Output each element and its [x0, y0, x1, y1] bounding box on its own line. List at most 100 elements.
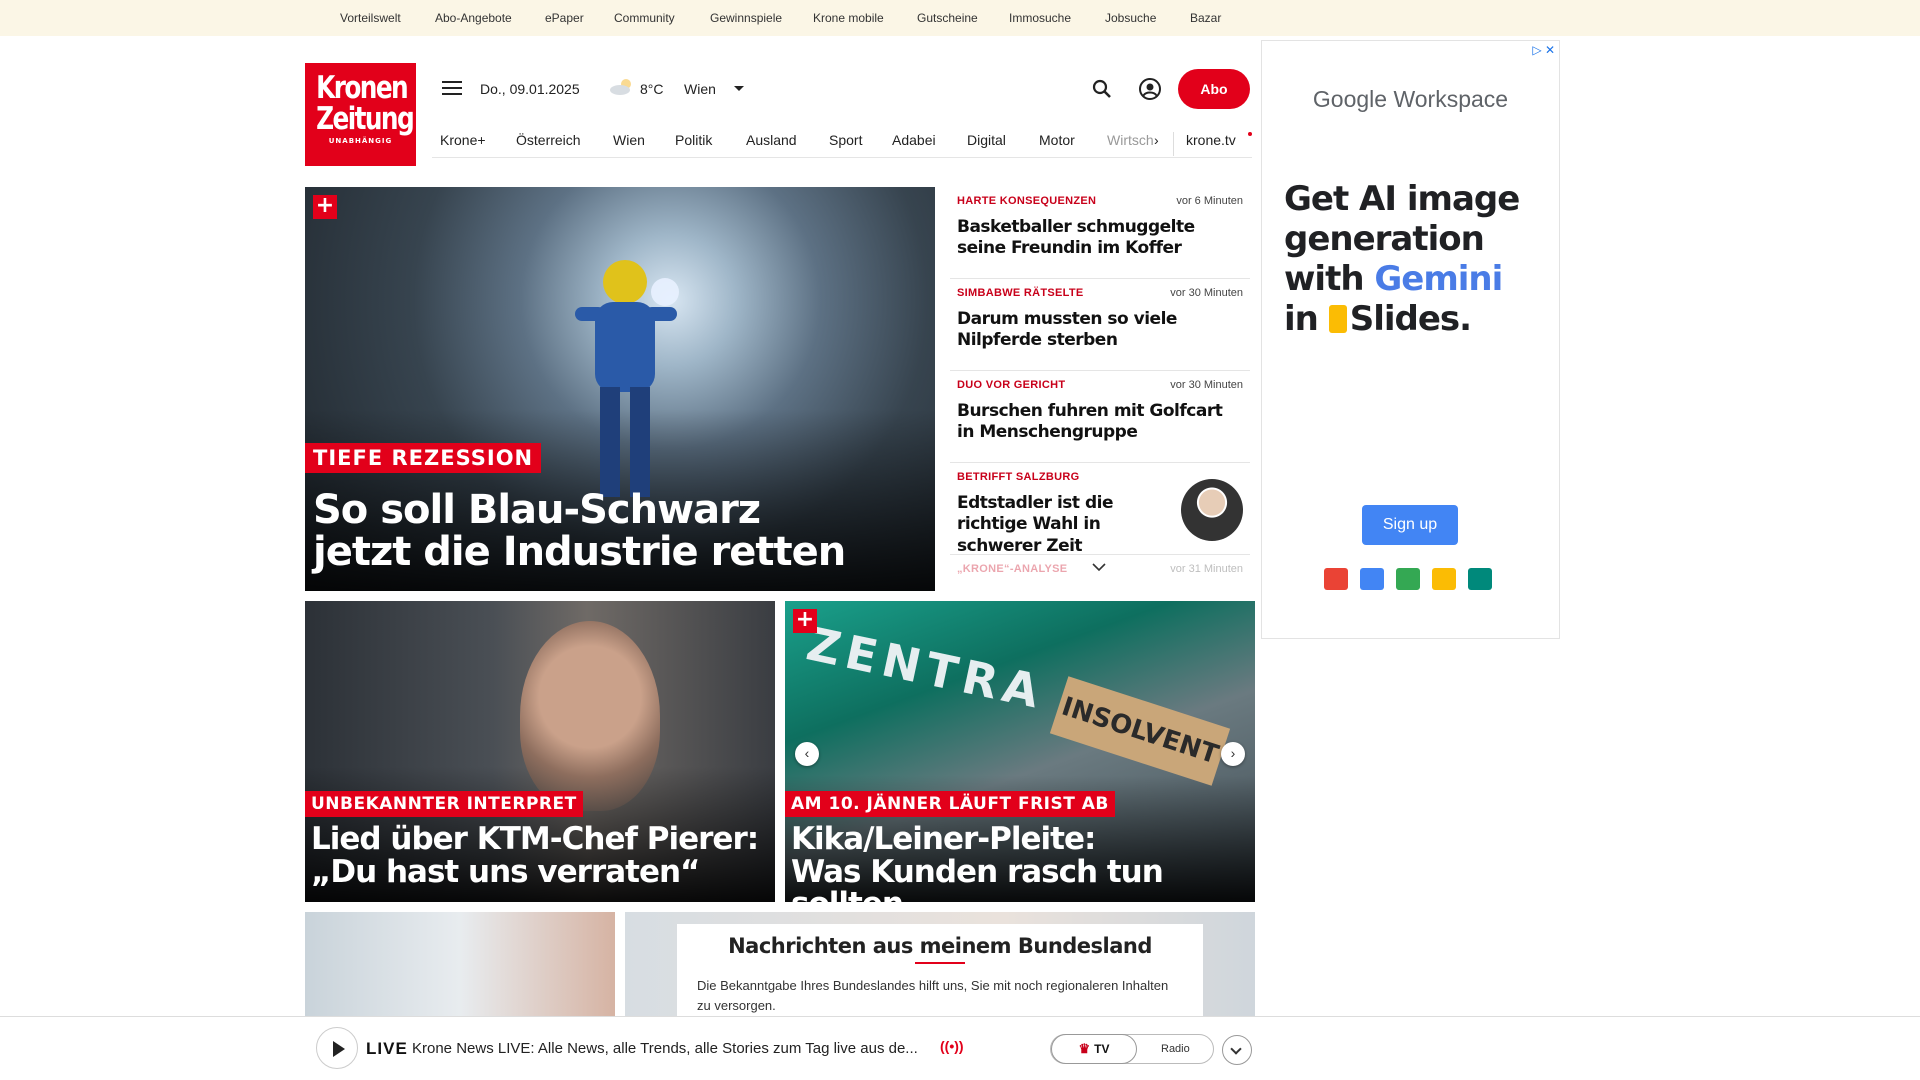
- hamburger-icon[interactable]: [442, 81, 462, 97]
- card-headline[interactable]: Lied über KTM-Chef Pierer: „Du hast uns …: [311, 821, 759, 888]
- article-image-sign: ZENTRA: [802, 616, 1050, 720]
- article-image-stamp: INSOLVENT: [1049, 676, 1231, 786]
- topbar-link-gewinnspiele[interactable]: Gewinnspiele: [710, 11, 782, 25]
- nav-item-krone-tv[interactable]: krone.tv: [1186, 132, 1236, 148]
- nav-item-motor[interactable]: Motor: [1039, 132, 1075, 148]
- hero-headline-line-2: jetzt die Industrie retten: [313, 529, 846, 575]
- city-select-value[interactable]: Wien: [684, 81, 716, 97]
- news-time: vor 30 Minuten: [1170, 379, 1243, 391]
- user-icon[interactable]: [1138, 77, 1162, 101]
- ad-brand-workspace: Workspace: [1393, 86, 1509, 112]
- title-underline: [915, 962, 965, 964]
- topbar-link-jobsuche[interactable]: Jobsuche: [1105, 11, 1156, 25]
- topbar-link-bazar[interactable]: Bazar: [1190, 11, 1221, 25]
- live-ticker-text[interactable]: Krone News LIVE: Alle News, alle Trends,…: [412, 1040, 918, 1057]
- nav-item-krone-plus[interactable]: Krone+: [440, 132, 486, 148]
- docs-icon: [1432, 568, 1456, 590]
- news-title[interactable]: Burschen fuhren mit Golfcart in Menschen…: [957, 401, 1242, 444]
- top-utility-bar: Vorteilswelt Abo-Angebote ePaper Communi…: [0, 0, 1920, 36]
- list-item[interactable]: HARTE KONSEQUENZEN vor 6 Minuten Basketb…: [950, 187, 1250, 279]
- hero-headline-line-1: So soll Blau-Schwarz: [313, 487, 761, 533]
- nav-item-wien[interactable]: Wien: [613, 132, 645, 148]
- hero-kicker: TIEFE REZESSION: [305, 443, 542, 473]
- hero-article[interactable]: + TIEFE REZESSION So soll Blau-Schwarz j…: [305, 187, 935, 591]
- nav-item-adabei[interactable]: Adabei: [892, 132, 936, 148]
- news-title[interactable]: Basketballer schmuggelte seine Freundin …: [957, 217, 1242, 260]
- topbar-link-krone-mobile[interactable]: Krone mobile: [813, 11, 884, 25]
- gmail-icon: [1324, 568, 1348, 590]
- abo-button[interactable]: Abo: [1178, 69, 1250, 109]
- search-icon[interactable]: [1090, 77, 1114, 101]
- news-time: vor 6 Minuten: [1176, 195, 1243, 207]
- article-card-pierer[interactable]: UNBEKANNTER INTERPRET Lied über KTM-Chef…: [305, 601, 775, 902]
- ad-headline-line-4: in Slides.: [1284, 299, 1554, 339]
- play-button[interactable]: [316, 1027, 358, 1069]
- carousel-next-button[interactable]: ›: [1221, 742, 1245, 766]
- nav-item-wirtschaft[interactable]: Wirtsch: [1107, 132, 1154, 148]
- krone-plus-badge: +: [313, 195, 337, 219]
- workspace-app-icons: [1324, 568, 1492, 590]
- card-kicker: AM 10. JÄNNER LÄUFT FRIST AB: [785, 791, 1115, 817]
- ad-headline-line-3: with Gemini: [1284, 259, 1554, 299]
- ad-headline: Get AI image generation with Gemini in S…: [1284, 179, 1554, 339]
- card-headline[interactable]: Kika/Leiner-Pleite: Was Kunden rasch tun…: [791, 823, 1255, 902]
- kronen-zeitung-logo[interactable]: Kronen Zeitung UNABHÄNGIG: [305, 63, 416, 166]
- list-item[interactable]: BETRIFFT SALZBURG Edtstadler ist die ric…: [950, 463, 1250, 557]
- news-time: vor 30 Minuten: [1170, 287, 1243, 299]
- ad-choices-icon[interactable]: ▷ ✕: [1532, 43, 1555, 57]
- author-avatar: [1181, 479, 1243, 541]
- ad-headline-line-2: generation: [1284, 219, 1485, 260]
- nav-item-sport[interactable]: Sport: [829, 132, 862, 148]
- news-time: vor 31 Minuten: [1170, 563, 1243, 575]
- topbar-link-gutscheine[interactable]: Gutscheine: [917, 11, 978, 25]
- nav-item-politik[interactable]: Politik: [675, 132, 712, 148]
- article-image-portrait: [520, 621, 660, 811]
- news-title[interactable]: Darum mussten so viele Nilpferde sterben: [957, 309, 1242, 352]
- bundesland-text: Die Bekanntgabe Ihres Bundeslandes hilft…: [697, 978, 1169, 1013]
- ad-text-with: with: [1284, 259, 1375, 300]
- ad-brand: Google Workspace: [1262, 86, 1559, 113]
- tv-radio-switch[interactable]: ♛ TV Radio: [1050, 1034, 1214, 1064]
- topbar-link-immosuche[interactable]: Immosuche: [1009, 11, 1071, 25]
- ad-text-in: in: [1284, 299, 1329, 340]
- ad-signup-button[interactable]: Sign up: [1362, 505, 1458, 545]
- card-kicker: UNBEKANNTER INTERPRET: [305, 791, 583, 817]
- topbar-link-community[interactable]: Community: [614, 11, 675, 25]
- chevron-down-icon[interactable]: [734, 86, 744, 91]
- hero-headline[interactable]: So soll Blau-Schwarz jetzt die Industrie…: [313, 487, 846, 575]
- krone-plus-badge: +: [793, 609, 817, 633]
- main-navigation: Krone+ Österreich Wien Politik Ausland S…: [432, 124, 1252, 158]
- live-indicator-dot: [1248, 132, 1252, 136]
- chevron-down-icon: [1230, 1043, 1242, 1055]
- logo-tagline: UNABHÄNGIG: [328, 137, 393, 145]
- radio-toggle[interactable]: Radio: [1161, 1043, 1190, 1055]
- meet-icon: [1468, 568, 1492, 590]
- nav-divider: [1173, 132, 1174, 156]
- google-workspace-ad[interactable]: ▷ ✕ Google Workspace Get AI image genera…: [1261, 40, 1560, 639]
- article-card-kika-leiner[interactable]: ZENTRA INSOLVENT + ‹ › AM 10. JÄNNER LÄU…: [785, 601, 1255, 902]
- list-item[interactable]: „KRONE“-ANALYSE vor 31 Minuten: [950, 555, 1250, 593]
- tv-toggle[interactable]: ♛ TV: [1051, 1034, 1137, 1064]
- topbar-link-vorteilswelt[interactable]: Vorteilswelt: [340, 11, 401, 25]
- card-headline-line-2: Was Kunden rasch tun sollten: [791, 853, 1164, 902]
- topbar-link-abo-angebote[interactable]: Abo-Angebote: [435, 11, 512, 25]
- drive-icon: [1396, 568, 1420, 590]
- crown-icon: ♛: [1078, 1041, 1091, 1056]
- ad-brand-google: Google: [1312, 86, 1388, 112]
- nav-item-oesterreich[interactable]: Österreich: [516, 132, 581, 148]
- chevron-right-icon[interactable]: ›: [1154, 132, 1159, 148]
- card-headline-line-1: Lied über KTM-Chef Pierer:: [311, 821, 759, 857]
- list-item[interactable]: DUO VOR GERICHT vor 30 Minuten Burschen …: [950, 371, 1250, 463]
- news-title[interactable]: Edtstadler ist die richtige Wahl in schw…: [957, 493, 1167, 557]
- hero-image-worker: [575, 260, 679, 497]
- calendar-icon: [1360, 568, 1384, 590]
- carousel-prev-button[interactable]: ‹: [795, 742, 819, 766]
- chevron-down-icon[interactable]: [1092, 562, 1106, 572]
- topbar-link-epaper[interactable]: ePaper: [545, 11, 584, 25]
- collapse-button[interactable]: [1222, 1035, 1252, 1065]
- list-item[interactable]: SIMBABWE RÄTSELTE vor 30 Minuten Darum m…: [950, 279, 1250, 371]
- bundesland-title: Nachrichten aus meinem Bundesland: [728, 934, 1152, 958]
- nav-item-ausland[interactable]: Ausland: [746, 132, 797, 148]
- nav-item-digital[interactable]: Digital: [967, 132, 1006, 148]
- live-player-bar: LIVE Krone News LIVE: Alle News, alle Tr…: [0, 1016, 1920, 1080]
